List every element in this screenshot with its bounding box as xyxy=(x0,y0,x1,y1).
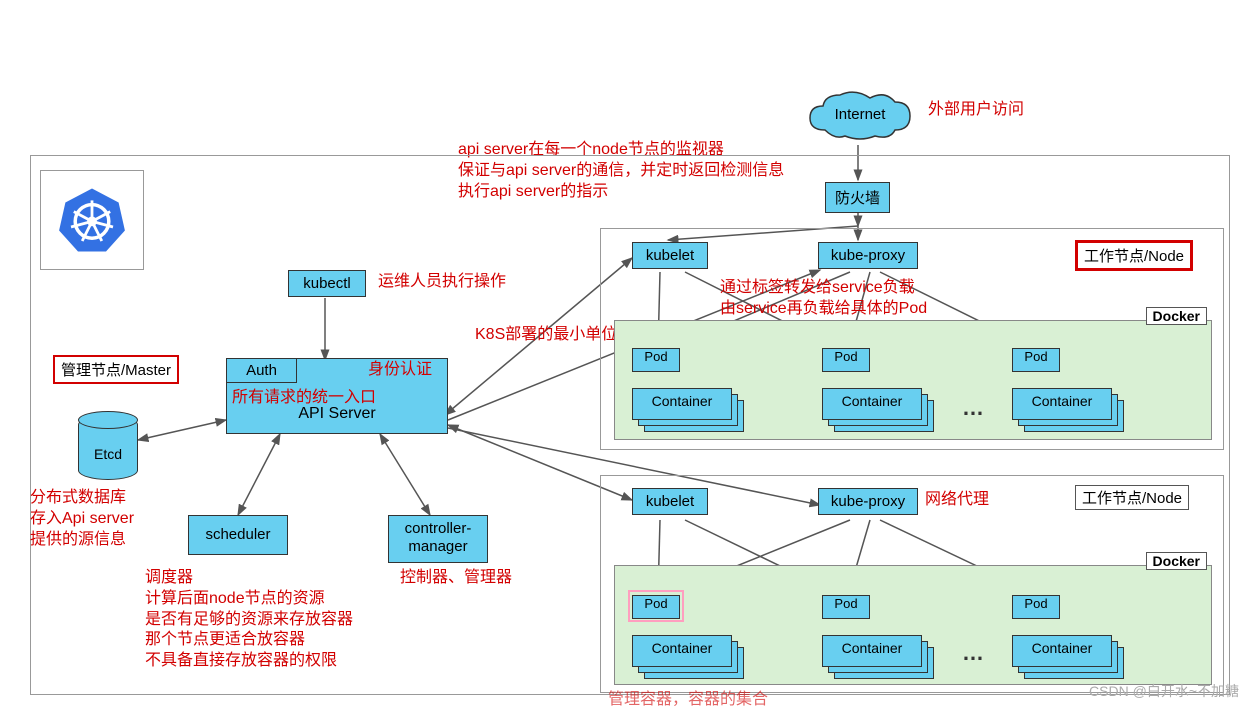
pod-box: Pod xyxy=(1012,595,1060,619)
dots-2: … xyxy=(962,640,984,666)
annotation-identity-auth: 身份认证 xyxy=(368,360,432,381)
pod-box: Pod xyxy=(632,348,680,372)
annotation-label-forward: 通过标签转发给service负载 由service再负载给具体的Pod xyxy=(720,278,927,320)
pod-box: Pod xyxy=(822,348,870,372)
annotation-controller-manager: 控制器、管理器 xyxy=(400,568,512,589)
annotation-manage-containers: 管理容器，容器的集合 xyxy=(608,690,768,711)
annotation-all-requests: 所有请求的统一入口 xyxy=(232,388,376,409)
auth-box: Auth xyxy=(227,359,297,383)
annotation-line: 调度器 xyxy=(145,568,353,589)
k8s-logo xyxy=(40,170,144,270)
container-stack: Container xyxy=(632,635,742,690)
container-stack: Container xyxy=(822,635,932,690)
docker-label-1: Docker xyxy=(1146,307,1207,325)
container-box: Container xyxy=(1012,635,1112,667)
pod-box: Pod xyxy=(1012,348,1060,372)
etcd-label: Etcd xyxy=(79,446,137,462)
kube-proxy-box-1: kube-proxy xyxy=(818,242,918,269)
kubectl-box: kubectl xyxy=(288,270,366,297)
internet-label: Internet xyxy=(805,106,915,123)
pod-group-1-2: Pod Container xyxy=(822,348,942,453)
controller-manager-box: controller- manager xyxy=(388,515,488,563)
annotation-line: 分布式数据库 xyxy=(30,488,134,509)
annotation-line: 提供的源信息 xyxy=(30,530,134,551)
kubelet-box-2: kubelet xyxy=(632,488,708,515)
container-box: Container xyxy=(1012,388,1112,420)
container-box: Container xyxy=(632,635,732,667)
container-box: Container xyxy=(822,388,922,420)
container-stack: Container xyxy=(822,388,932,443)
annotation-line: 存入Api server xyxy=(30,509,134,530)
container-stack: Container xyxy=(1012,388,1122,443)
worker-node-label-1: 工作节点/Node xyxy=(1075,240,1193,271)
container-box: Container xyxy=(822,635,922,667)
watermark: CSDN @白开水~不加糖 xyxy=(1089,681,1239,701)
etcd-cylinder: Etcd xyxy=(78,415,138,480)
annotation-line: 通过标签转发给service负载 xyxy=(720,278,927,299)
container-stack: Container xyxy=(632,388,742,443)
worker-node-label-2: 工作节点/Node xyxy=(1075,485,1189,510)
pod-group-1-3: Pod Container xyxy=(1012,348,1132,453)
kubelet-box-1: kubelet xyxy=(632,242,708,269)
docker-label-2: Docker xyxy=(1146,552,1207,570)
annotation-line: 计算后面node节点的资源 xyxy=(145,589,353,610)
annotation-ops-exec: 运维人员执行操作 xyxy=(378,272,506,293)
annotation-line: 不具备直接存放容器的权限 xyxy=(145,651,353,672)
annotation-distributed-db: 分布式数据库 存入Api server 提供的源信息 xyxy=(30,488,134,550)
scheduler-box: scheduler xyxy=(188,515,288,555)
pod-box: Pod xyxy=(822,595,870,619)
internet-cloud: Internet xyxy=(805,90,915,145)
container-box: Container xyxy=(632,388,732,420)
pink-highlight-box xyxy=(628,590,684,622)
annotation-line: 是否有足够的资源来存放容器 xyxy=(145,610,353,631)
dots-1: … xyxy=(962,395,984,421)
master-node-label: 管理节点/Master xyxy=(53,355,179,384)
annotation-scheduler: 调度器 计算后面node节点的资源 是否有足够的资源来存放容器 那个节点更适合放… xyxy=(145,568,353,672)
annotation-network-proxy: 网络代理 xyxy=(925,490,989,511)
annotation-line: 那个节点更适合放容器 xyxy=(145,630,353,651)
pod-group-1-1: Pod Container xyxy=(632,348,752,453)
annotation-line: 由service再负载给具体的Pod xyxy=(720,299,927,320)
kube-proxy-box-2: kube-proxy xyxy=(818,488,918,515)
annotation-external-access: 外部用户访问 xyxy=(928,100,1024,121)
controller-manager-label: controller- manager xyxy=(405,520,472,555)
pod-group-2-2: Pod Container xyxy=(822,595,942,700)
